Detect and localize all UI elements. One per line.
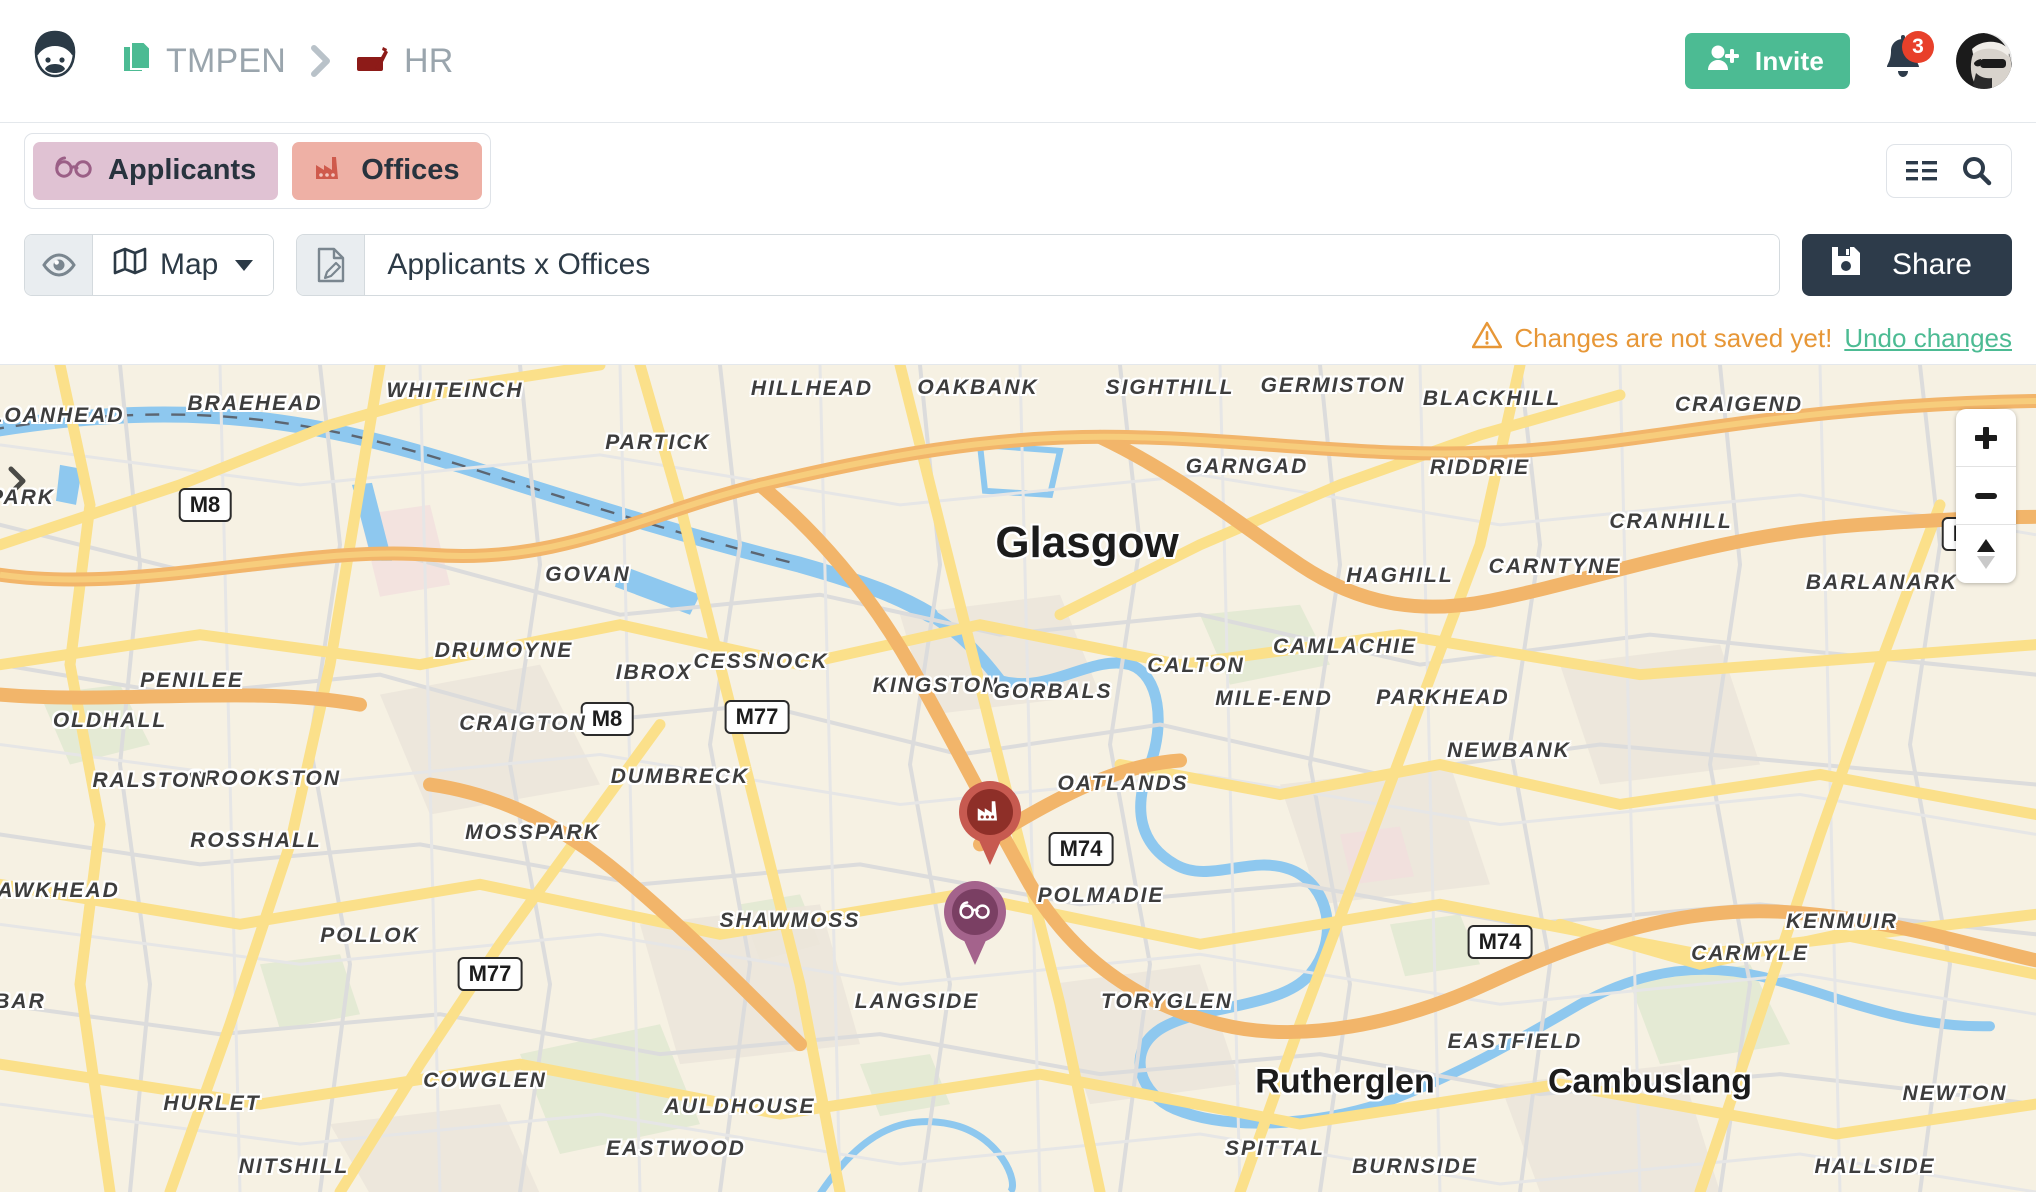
- search-icon[interactable]: [1961, 155, 1993, 187]
- pin-inner: [952, 889, 998, 935]
- tab-offices[interactable]: Offices: [292, 141, 482, 200]
- breadcrumb-label-tmpen: TMPEN: [166, 41, 286, 80]
- undo-changes-link[interactable]: Undo changes: [1844, 323, 2012, 354]
- share-button-label: Share: [1891, 248, 1972, 281]
- map-compass-icon[interactable]: [1956, 525, 2016, 583]
- user-plus-icon: [1707, 44, 1739, 79]
- map-base-tiles: [0, 365, 2036, 1192]
- chevron-right-icon: [308, 44, 334, 78]
- document-edit-icon[interactable]: [297, 235, 366, 295]
- map-zoom-controls: [1956, 409, 2016, 583]
- unsaved-changes-notice: Changes are not saved yet! Undo changes: [0, 312, 2036, 364]
- top-bar: TMPEN HR Invite 3: [0, 0, 2036, 122]
- tab-applicants[interactable]: Applicants: [33, 141, 279, 200]
- map-marker-applicant[interactable]: [944, 881, 1006, 965]
- app-root: TMPEN HR Invite 3 Applicants Offices Map…: [0, 0, 2036, 1192]
- warning-triangle-icon: [1472, 321, 1503, 356]
- notification-count-badge: 3: [1902, 31, 1934, 63]
- map-zoom-in-button[interactable]: [1956, 409, 2016, 467]
- entity-tabs-group: Applicants Offices: [24, 132, 491, 209]
- avatar[interactable]: [1956, 33, 2012, 89]
- view-type-group: Map: [24, 234, 275, 296]
- factory-icon: [314, 154, 346, 188]
- map-canvas[interactable]: LOANHEAD BRAEHEAD WHITEINCH PARTICK HILLHEAD…: [0, 364, 2036, 1192]
- view-title-input[interactable]: [365, 235, 1779, 295]
- chevron-down-icon: [235, 259, 254, 271]
- invite-button[interactable]: Invite: [1684, 33, 1850, 89]
- breadcrumb-item-tmpen[interactable]: TMPEN: [122, 40, 286, 82]
- tabs-row-actions: [1886, 143, 2012, 198]
- map-icon: [113, 247, 147, 283]
- list-view-icon[interactable]: [1905, 157, 1939, 185]
- sidebar-collapse-toggle[interactable]: [0, 455, 34, 507]
- eye-icon[interactable]: [25, 235, 93, 295]
- map-zoom-out-button[interactable]: [1956, 467, 2016, 525]
- entity-tabs-row: Applicants Offices: [0, 122, 2036, 218]
- top-bar-actions: Invite 3: [1684, 31, 2012, 89]
- share-button[interactable]: Share: [1801, 234, 2012, 296]
- save-floppy-icon: [1830, 245, 1862, 285]
- glasses-icon: [959, 900, 991, 925]
- breadcrumb: TMPEN HR: [122, 40, 454, 82]
- tab-applicants-label: Applicants: [108, 154, 257, 186]
- breadcrumb-item-hr[interactable]: HR: [356, 42, 454, 81]
- map-marker-office[interactable]: [959, 781, 1021, 865]
- stamp-icon: [356, 42, 390, 81]
- glasses-icon: [55, 154, 93, 187]
- notifications-button[interactable]: 3: [1876, 31, 1934, 89]
- invite-button-label: Invite: [1754, 45, 1824, 76]
- unsaved-changes-text: Changes are not saved yet!: [1514, 322, 1833, 353]
- view-title-group: [296, 234, 1780, 296]
- tab-offices-label: Offices: [361, 154, 460, 186]
- copy-documents-icon: [122, 40, 152, 82]
- factory-icon: [976, 798, 1004, 827]
- view-type-label: Map: [160, 248, 219, 281]
- pin-inner: [967, 789, 1013, 835]
- view-toolbar: Map Shar: [0, 218, 2036, 312]
- view-type-dropdown[interactable]: Map: [93, 235, 274, 295]
- mustache-avatar-logo[interactable]: [22, 28, 88, 94]
- breadcrumb-label-hr: HR: [404, 41, 454, 80]
